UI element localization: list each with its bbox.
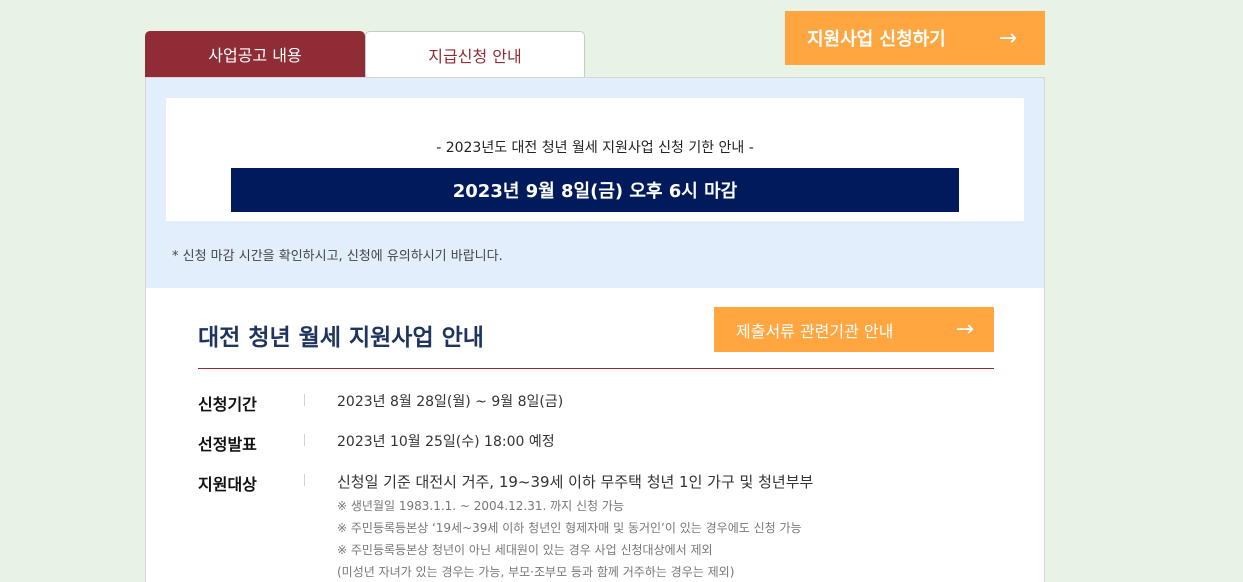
eligibility-note: ※ 생년월일 1983.1.1. ~ 2004.12.31. 까지 신청 가능	[337, 499, 624, 513]
tab-payment-guide[interactable]: 지급신청 안내	[365, 31, 585, 77]
eligibility-note: ※ 주민등록등본상 ‘19세~39세 이하 청년인 형제자매 및 동거인’이 있…	[337, 521, 802, 535]
tab-business-notice[interactable]: 사업공고 내용	[145, 31, 365, 77]
deadline-notice-box: - 2023년도 대전 청년 월세 지원사업 신청 기한 안내 - 2023년 …	[166, 98, 1024, 221]
apply-button[interactable]: 지원사업 신청하기 →	[785, 11, 1045, 65]
documents-button-label: 제출서류 관련기관 안내	[736, 321, 894, 341]
section-title: 대전 청년 월세 지원사업 안내	[198, 325, 484, 351]
eligibility-note: (미성년 자녀가 있는 경우는 가능, 부모·조부모 등과 함께 거주하는 경우…	[337, 565, 735, 579]
notice-area: - 2023년도 대전 청년 월세 지원사업 신청 기한 안내 - 2023년 …	[146, 78, 1044, 288]
section-divider	[198, 368, 994, 369]
apply-button-label: 지원사업 신청하기	[807, 29, 946, 50]
row-separator	[304, 434, 305, 446]
content-panel: - 2023년도 대전 청년 월세 지원사업 신청 기한 안내 - 2023년 …	[145, 77, 1045, 582]
eligibility-note: ※ 주민등록등본상 청년이 아닌 세대원이 있는 경우 사업 신청대상에서 제외	[337, 543, 713, 557]
caution-text: * 신청 마감 시간을 확인하시고, 신청에 유의하시기 바랍니다.	[172, 249, 503, 264]
row-separator	[304, 394, 305, 406]
eligibility-main-text: 신청일 기준 대전시 거주, 19~39세 이하 무주택 청년 1인 가구 및 …	[337, 473, 814, 491]
deadline-banner: 2023년 9월 8일(금) 오후 6시 마감	[231, 168, 959, 212]
arrow-right-icon: →	[998, 25, 1017, 51]
arrow-right-icon: →	[955, 317, 974, 342]
notice-title: - 2023년도 대전 청년 월세 지원사업 신청 기한 안내 -	[436, 140, 754, 156]
row-separator	[304, 474, 305, 486]
row-label: 선정발표	[198, 435, 257, 454]
row-label: 신청기간	[198, 395, 257, 414]
row-value: 신청일 기준 대전시 거주, 19~39세 이하 무주택 청년 1인 가구 및 …	[337, 471, 813, 580]
documents-agency-button[interactable]: 제출서류 관련기관 안내 →	[714, 307, 994, 352]
row-label: 지원대상	[198, 475, 257, 494]
row-value: 2023년 10월 25일(수) 18:00 예정	[337, 434, 555, 450]
row-value: 2023년 8월 28일(월) ~ 9월 8일(금)	[337, 394, 564, 410]
